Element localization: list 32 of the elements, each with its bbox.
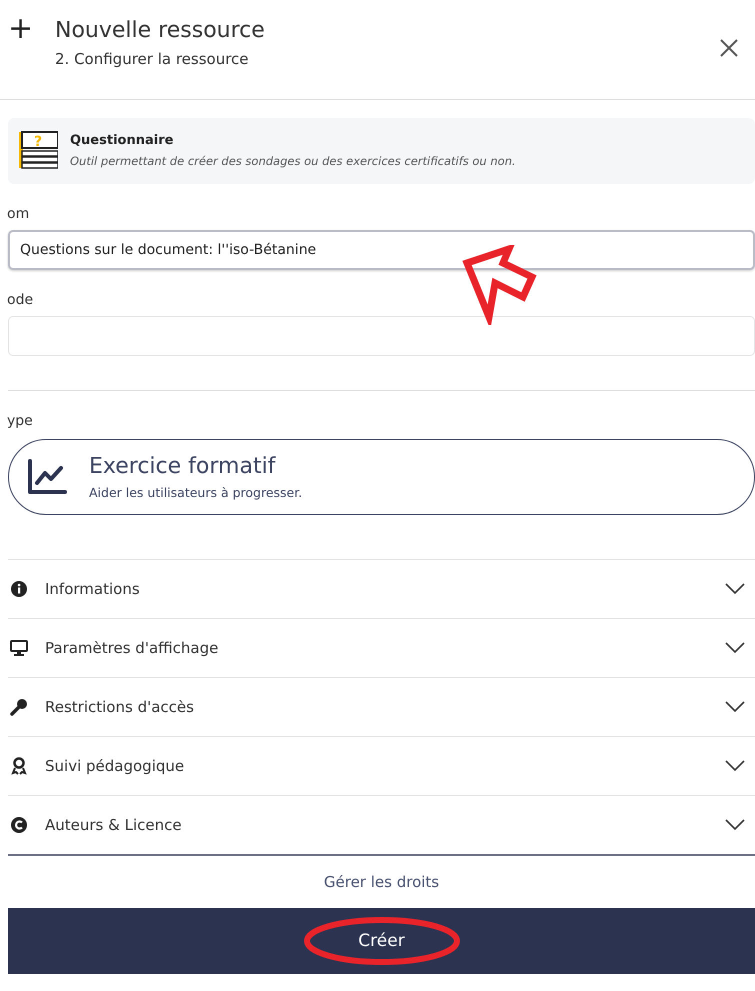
text-input-field[interactable] (8, 316, 755, 356)
accordion-item[interactable]: Informations (8, 560, 755, 618)
section-label: Suivi pédagogique (45, 757, 186, 775)
monitor-icon (10, 639, 28, 657)
info-icon (10, 580, 28, 598)
field-label: ype (7, 413, 34, 429)
copyright-icon (10, 816, 28, 834)
manage-rights-link[interactable]: Gérer les droits (324, 873, 440, 891)
section-label: Restrictions d'accès (45, 698, 195, 716)
section-label: Auteurs & Licence (45, 816, 183, 834)
type-description: Aider les utilisateurs à progresser. (89, 485, 302, 500)
section-label: Paramètres d'affichage (45, 639, 220, 657)
type-option[interactable]: Exercice formatif Aider les utilisateurs à progresser. (8, 439, 755, 515)
accordion-item[interactable]: Restrictions d'accès (8, 677, 755, 736)
section-label: Informations (45, 580, 141, 598)
line-chart-icon (27, 459, 67, 495)
create-button[interactable]: Créer (8, 908, 755, 974)
accordion-item[interactable]: Suivi pédagogique (8, 736, 755, 795)
accordion-item[interactable]: Auteurs & Licence (8, 795, 755, 854)
close-icon[interactable] (719, 38, 739, 58)
field-label: om (7, 206, 30, 222)
step-subtitle: 2. Configurer la ressource (55, 50, 250, 68)
key-icon (10, 698, 28, 716)
field-label: ode (7, 292, 34, 308)
resource-description: Outil permettant de créer des sondages ou des exercices certificatifs ou non. (70, 154, 516, 168)
resource-name: Questionnaire (70, 132, 174, 148)
dialog-title: Nouvelle ressource (55, 17, 266, 45)
award-icon (10, 757, 28, 775)
plus-icon: + (8, 14, 55, 44)
accordion-item[interactable]: Paramètres d'affichage (8, 618, 755, 677)
text-input-field[interactable]: Questions sur le document: l''iso-Bétanine (8, 230, 755, 270)
type-title: Exercice formatif (89, 454, 277, 479)
